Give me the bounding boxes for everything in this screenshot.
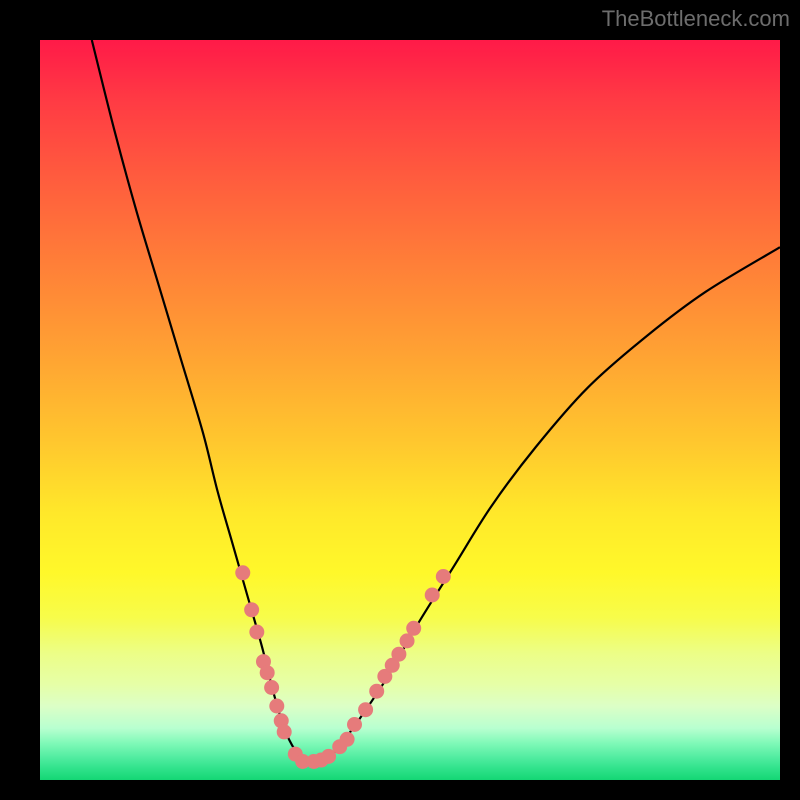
highlighted-point xyxy=(436,569,451,584)
highlighted-point xyxy=(358,702,373,717)
highlighted-point xyxy=(277,724,292,739)
highlighted-point xyxy=(391,647,406,662)
highlighted-point xyxy=(425,588,440,603)
chart-frame: TheBottleneck.com xyxy=(0,0,800,800)
bottleneck-curve xyxy=(92,40,780,763)
chart-overlay xyxy=(40,40,780,780)
highlighted-point xyxy=(406,621,421,636)
plot-area xyxy=(40,40,780,780)
highlighted-point xyxy=(249,625,264,640)
highlighted-point xyxy=(260,665,275,680)
highlighted-points-group xyxy=(235,565,451,769)
highlighted-point xyxy=(244,602,259,617)
highlighted-point xyxy=(369,684,384,699)
highlighted-point xyxy=(264,680,279,695)
watermark-label: TheBottleneck.com xyxy=(602,6,790,32)
highlighted-point xyxy=(347,717,362,732)
highlighted-point xyxy=(269,699,284,714)
highlighted-point xyxy=(340,732,355,747)
highlighted-point xyxy=(235,565,250,580)
